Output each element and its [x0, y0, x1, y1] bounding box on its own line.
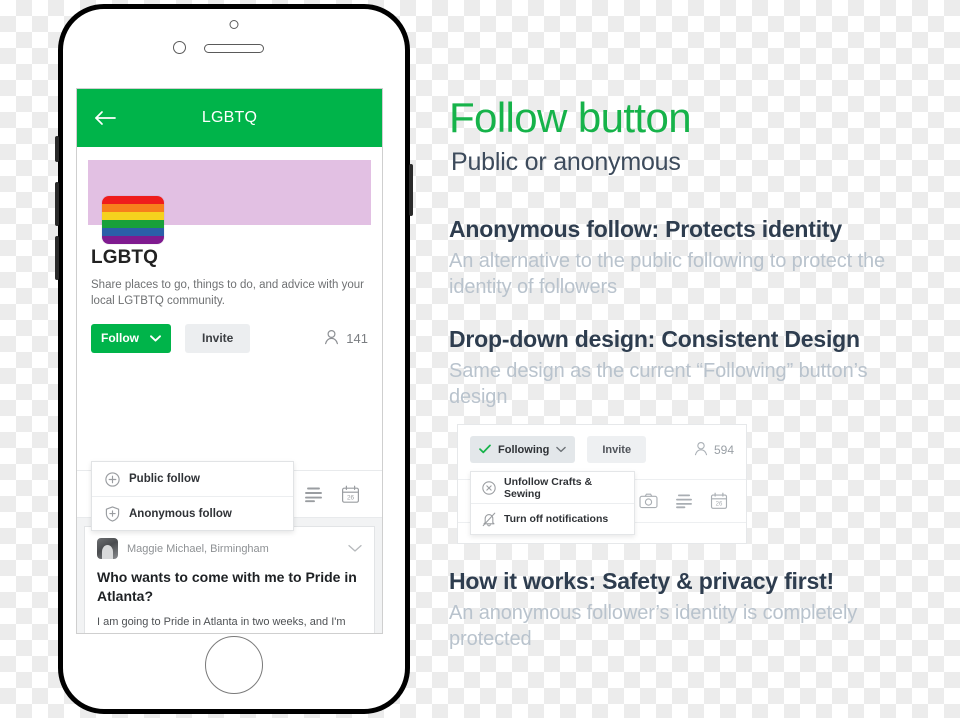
svg-text:26: 26	[716, 502, 723, 508]
invite-button[interactable]: Invite	[185, 323, 251, 353]
member-count-value: 594	[713, 442, 734, 457]
post-author: Maggie Michael, Birmingham	[127, 542, 269, 555]
following-button-label: Following	[498, 443, 550, 456]
post-title: Who wants to come with me to Pride in At…	[97, 569, 357, 604]
post-body: I am going to Pride in Atlanta in two we…	[97, 616, 346, 629]
svg-text:26: 26	[347, 494, 355, 501]
proximity-sensor-icon	[229, 20, 239, 29]
phone-screen: LGBTQ LGBTQ Share places to go, things t…	[76, 88, 383, 634]
section-body: An anonymous follower’s identity is comp…	[449, 602, 858, 651]
circle-plus-icon	[105, 471, 120, 487]
calendar-icon[interactable]: 26	[710, 492, 728, 510]
chevron-down-icon	[150, 331, 161, 345]
section-body: Same design as the current “Following” b…	[449, 360, 868, 409]
section-heading: How it works: Safety & privacy first!	[449, 568, 834, 594]
section-dropdown-design: Drop-down design: Consistent Design Same…	[449, 326, 919, 411]
back-arrow-icon[interactable]	[93, 108, 117, 128]
phone-volume-down-button[interactable]	[55, 236, 59, 280]
check-icon	[479, 443, 491, 457]
phone-mute-switch[interactable]	[55, 136, 59, 162]
avatar	[97, 538, 118, 559]
invite-button[interactable]: Invite	[587, 436, 647, 463]
follow-button[interactable]: Follow	[91, 323, 171, 353]
follow-dropdown-menu: Public follow Anonymous follow	[91, 461, 294, 531]
dropdown-item-public-follow[interactable]: Public follow	[92, 462, 293, 496]
following-example-card: 26 Following Invite 594 Unfollow Crafts …	[457, 424, 747, 544]
chevron-down-icon	[556, 444, 567, 456]
dropdown-item-label: Unfollow Crafts & Sewing	[504, 475, 593, 500]
dropdown-item-label: Public follow	[129, 473, 200, 485]
dropdown-item-turn-off-notifications[interactable]: Turn off notifications	[471, 503, 634, 534]
dropdown-item-anonymous-follow[interactable]: Anonymous follow	[92, 496, 293, 530]
following-button[interactable]: Following	[470, 436, 576, 463]
app-header: LGBTQ	[77, 89, 382, 147]
feed-list-icon[interactable]	[675, 493, 693, 509]
group-name: LGBTQ	[91, 247, 158, 268]
person-icon	[324, 329, 339, 348]
dropdown-item-label: Turn off notifications	[504, 513, 609, 525]
follow-button-label: Follow	[101, 331, 139, 346]
chevron-down-icon[interactable]	[348, 540, 362, 558]
post-card[interactable]: Maggie Michael, Birmingham Who wants to …	[84, 526, 375, 633]
invite-button-label: Invite	[202, 331, 234, 346]
section-heading: Drop-down design: Consistent Design	[449, 326, 860, 352]
annotation-panel: Follow button Public or anonymous Anonym…	[449, 0, 949, 718]
member-count: 594	[694, 441, 734, 459]
following-dropdown-menu: Unfollow Crafts & Sewing Turn off notifi…	[470, 471, 635, 535]
section-anonymous-follow: Anonymous follow: Protects identity An a…	[449, 216, 919, 301]
bell-off-icon	[482, 512, 496, 527]
phone-home-button[interactable]	[205, 636, 263, 694]
front-camera-icon	[173, 41, 186, 54]
group-feed: Maggie Michael, Birmingham Who wants to …	[77, 518, 382, 633]
following-action-row: Following Invite 594	[458, 425, 746, 463]
page-subtitle: Public or anonymous	[451, 148, 681, 176]
section-body: An alternative to the public following t…	[449, 250, 886, 299]
dropdown-item-unfollow[interactable]: Unfollow Crafts & Sewing	[471, 472, 634, 503]
person-icon	[694, 441, 708, 459]
dropdown-item-label: Anonymous follow	[129, 507, 232, 520]
post-header: Maggie Michael, Birmingham	[97, 538, 362, 559]
phone-power-button[interactable]	[409, 164, 413, 216]
circle-x-icon	[482, 480, 496, 495]
section-heading: Anonymous follow: Protects identity	[449, 216, 842, 242]
group-description: Share places to go, things to do, and ad…	[91, 279, 364, 308]
earpiece-speaker-icon	[204, 44, 264, 53]
rainbow-flag-icon	[102, 196, 164, 244]
shield-plus-icon	[105, 505, 120, 522]
section-how-it-works: How it works: Safety & privacy first! An…	[449, 568, 919, 653]
phone-volume-up-button[interactable]	[55, 182, 59, 226]
app-title: LGBTQ	[201, 109, 258, 126]
calendar-icon[interactable]: 26	[341, 485, 360, 504]
camera-icon[interactable]	[639, 493, 658, 509]
phone-mockup: LGBTQ LGBTQ Share places to go, things t…	[55, 4, 413, 714]
member-count: 141	[324, 329, 368, 348]
invite-button-label: Invite	[602, 443, 632, 456]
feed-list-icon[interactable]	[304, 486, 323, 503]
group-action-row: Follow Invite 141	[91, 323, 368, 353]
member-count-value: 141	[346, 330, 368, 346]
page-title: Follow button	[449, 94, 692, 141]
